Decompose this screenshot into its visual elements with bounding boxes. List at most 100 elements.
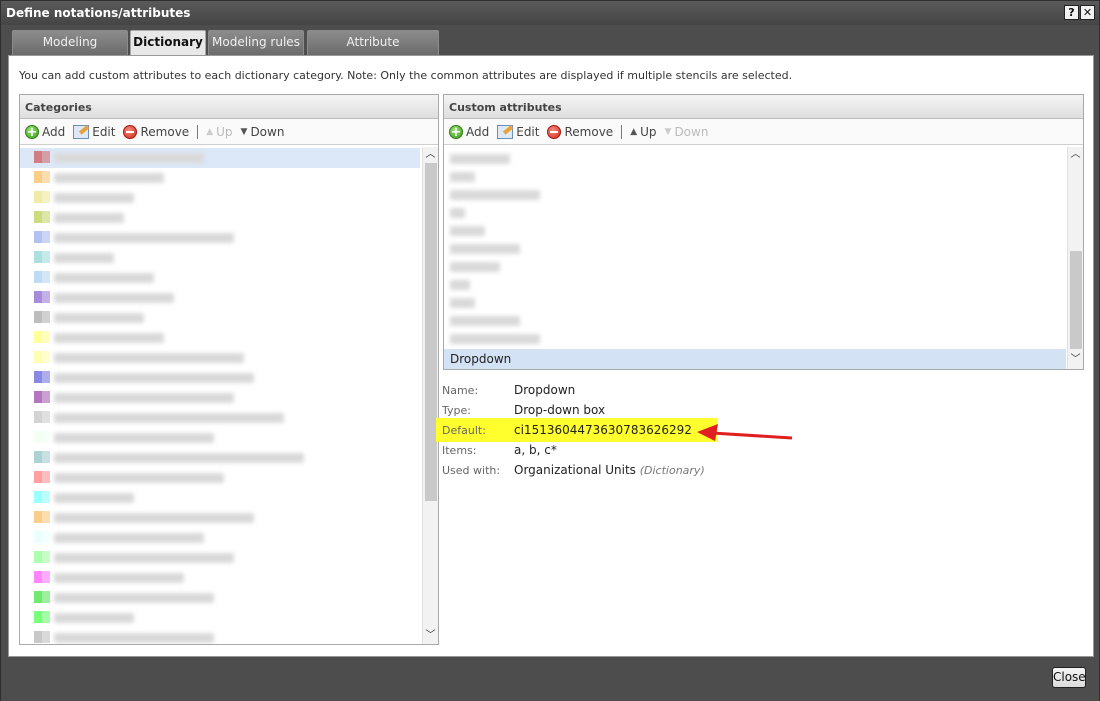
list-item[interactable] [444, 167, 1066, 187]
redacted-label [54, 513, 254, 523]
list-item[interactable] [20, 468, 420, 488]
detail-used-row: Used with: Organizational Units (Diction… [442, 462, 1082, 480]
categories-add-button[interactable]: + Add [25, 124, 65, 139]
redacted-label [54, 313, 144, 323]
type-value: Drop-down box [514, 403, 606, 417]
category-color-swatch [42, 431, 50, 443]
list-item-dropdown[interactable]: Dropdown [444, 349, 1066, 369]
redacted-label [54, 633, 214, 643]
scroll-thumb[interactable] [1070, 251, 1082, 349]
scroll-up-icon[interactable]: ︿ [1068, 148, 1083, 162]
attributes-scrollbar[interactable]: ︿ ﹀ [1067, 147, 1083, 369]
list-item[interactable] [20, 308, 420, 328]
category-color-swatch [34, 231, 42, 243]
list-item[interactable] [20, 268, 420, 288]
category-color-swatch [34, 571, 42, 583]
list-item[interactable] [444, 293, 1066, 313]
list-item[interactable] [444, 257, 1066, 277]
list-item[interactable] [20, 168, 420, 188]
tab-attribute-visualization[interactable]: Attribute visualization [307, 30, 439, 72]
list-item[interactable] [20, 568, 420, 588]
list-item[interactable] [20, 228, 420, 248]
category-color-swatch [42, 191, 50, 203]
list-item[interactable] [444, 185, 1066, 205]
categories-down-button[interactable]: ▼ Down [241, 125, 285, 139]
categories-remove-button[interactable]: Remove [123, 124, 189, 139]
list-item[interactable] [20, 528, 420, 548]
list-item[interactable] [20, 428, 420, 448]
list-item[interactable] [20, 188, 420, 208]
default-value: ci1513604473630783626292 [514, 423, 692, 437]
list-item[interactable] [20, 488, 420, 508]
close-button[interactable]: Close [1052, 667, 1086, 688]
categories-edit-button[interactable]: Edit [73, 124, 115, 139]
list-item[interactable] [20, 588, 420, 608]
list-item[interactable] [20, 148, 420, 168]
tab-bar: Modeling language Dictionary Modeling ru… [8, 27, 1094, 72]
list-item[interactable] [20, 248, 420, 268]
list-item[interactable] [20, 608, 420, 628]
category-color-swatch [42, 631, 50, 643]
scroll-down-icon[interactable]: ﹀ [423, 629, 438, 643]
categories-scrollbar[interactable]: ︿ ﹀ [422, 147, 438, 644]
attributes-add-button[interactable]: + Add [449, 124, 489, 139]
redacted-label [54, 533, 204, 543]
category-color-swatch [42, 151, 50, 163]
attribute-name: Dropdown [450, 352, 512, 366]
list-item[interactable] [20, 508, 420, 528]
list-item[interactable] [20, 328, 420, 348]
list-item[interactable] [444, 149, 1066, 169]
scroll-thumb[interactable] [425, 163, 437, 501]
list-item[interactable] [444, 239, 1066, 259]
redacted-label [54, 433, 214, 443]
attributes-list[interactable]: Dropdown [444, 147, 1066, 369]
dialog-footer [1, 658, 1099, 701]
list-item[interactable] [20, 388, 420, 408]
tab-modeling-rules[interactable]: Modeling rules [208, 30, 304, 55]
attributes-down-button[interactable]: ▼ Down [665, 125, 709, 139]
list-item[interactable] [20, 368, 420, 388]
category-color-swatch [34, 551, 42, 563]
used-with-suffix: (Dictionary) [639, 464, 705, 477]
categories-list[interactable] [20, 147, 422, 644]
category-color-swatch [42, 331, 50, 343]
tab-modeling-language[interactable]: Modeling language [12, 30, 128, 72]
attributes-edit-button[interactable]: Edit [497, 124, 539, 139]
close-window-button[interactable]: ✕ [1080, 5, 1095, 20]
list-item[interactable] [20, 448, 420, 468]
category-color-swatch [42, 291, 50, 303]
redacted-label [450, 334, 540, 344]
list-item[interactable] [20, 408, 420, 428]
category-color-swatch [34, 631, 42, 643]
redacted-label [54, 253, 114, 263]
list-item[interactable] [20, 628, 420, 644]
items-label: Items: [442, 444, 477, 457]
redacted-label [54, 273, 154, 283]
attributes-up-button[interactable]: ▲ Up [630, 125, 656, 139]
list-item[interactable] [444, 275, 1066, 295]
help-button[interactable]: ? [1064, 5, 1079, 20]
scroll-up-icon[interactable]: ︿ [423, 148, 438, 162]
category-color-swatch [42, 211, 50, 223]
attributes-remove-button[interactable]: Remove [547, 124, 613, 139]
list-item[interactable] [20, 288, 420, 308]
title-bar[interactable]: Define notations/attributes ? ✕ [1, 1, 1099, 25]
tab-dictionary[interactable]: Dictionary [130, 30, 206, 55]
categories-up-button[interactable]: ▲ Up [206, 125, 232, 139]
list-item[interactable] [20, 208, 420, 228]
list-item[interactable] [444, 203, 1066, 223]
list-item[interactable] [444, 221, 1066, 241]
category-color-swatch [34, 391, 42, 403]
up-arrow-icon: ▲ [630, 126, 638, 137]
scroll-down-icon[interactable]: ﹀ [1068, 353, 1083, 367]
redacted-label [450, 280, 470, 290]
category-color-swatch [42, 371, 50, 383]
redacted-label [54, 233, 234, 243]
category-color-swatch [42, 231, 50, 243]
list-item[interactable] [444, 311, 1066, 331]
category-color-swatch [34, 531, 42, 543]
category-color-swatch [42, 451, 50, 463]
list-item[interactable] [20, 348, 420, 368]
list-item[interactable] [444, 329, 1066, 349]
list-item[interactable] [20, 548, 420, 568]
